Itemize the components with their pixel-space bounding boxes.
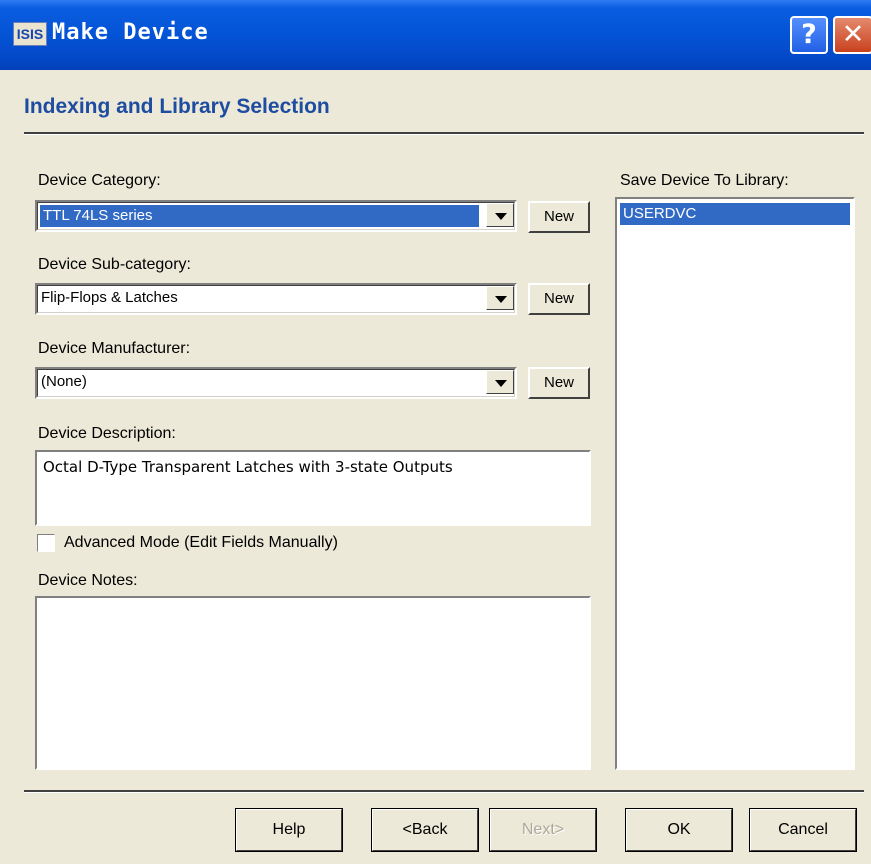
description-value: Octal D-Type Transparent Latches with 3-… — [43, 458, 453, 476]
subcategory-dropdown[interactable]: Flip-Flops & Latches — [35, 283, 517, 315]
description-label: Device Description: — [38, 425, 176, 442]
advanced-mode-label[interactable]: Advanced Mode (Edit Fields Manually) — [64, 534, 338, 552]
new-subcategory-button[interactable]: New — [528, 283, 590, 315]
next-button[interactable]: Next> — [489, 808, 597, 852]
notes-field[interactable] — [35, 596, 591, 770]
close-button[interactable]: ✕ — [833, 16, 871, 54]
category-value: TTL 74LS series — [40, 205, 479, 227]
category-dropdown-arrow[interactable] — [486, 203, 514, 227]
subcategory-value: Flip-Flops & Latches — [41, 289, 178, 306]
heading-divider — [24, 132, 864, 135]
category-label: Device Category: — [38, 172, 161, 189]
chevron-down-icon — [495, 380, 507, 387]
help-title-button[interactable]: ? — [790, 16, 828, 54]
back-button[interactable]: <Back — [371, 808, 479, 852]
new-category-button[interactable]: New — [528, 201, 590, 233]
advanced-mode-checkbox[interactable] — [37, 534, 55, 552]
section-heading: Indexing and Library Selection — [24, 95, 330, 118]
bottom-divider — [24, 790, 864, 793]
library-list[interactable]: USERDVC — [615, 197, 855, 770]
manufacturer-dropdown[interactable]: (None) — [35, 367, 517, 399]
close-icon: ✕ — [841, 19, 865, 50]
help-button[interactable]: Help — [235, 808, 343, 852]
cancel-button[interactable]: Cancel — [749, 808, 857, 852]
question-icon: ? — [801, 19, 817, 50]
chevron-down-icon — [495, 213, 507, 220]
description-field[interactable]: Octal D-Type Transparent Latches with 3-… — [35, 450, 591, 526]
ok-button[interactable]: OK — [625, 808, 733, 852]
chevron-down-icon — [495, 296, 507, 303]
subcategory-label: Device Sub-category: — [38, 256, 191, 273]
notes-label: Device Notes: — [38, 572, 138, 589]
category-dropdown[interactable]: TTL 74LS series — [35, 200, 517, 232]
window-title: Make Device — [52, 20, 209, 45]
isis-app-icon: ISIS — [13, 22, 47, 46]
manufacturer-dropdown-arrow[interactable] — [486, 370, 514, 394]
new-manufacturer-button[interactable]: New — [528, 367, 590, 399]
manufacturer-value: (None) — [41, 373, 87, 390]
title-bar: ISIS Make Device ? ✕ — [0, 0, 871, 70]
subcategory-dropdown-arrow[interactable] — [486, 286, 514, 310]
library-label: Save Device To Library: — [620, 172, 789, 189]
manufacturer-label: Device Manufacturer: — [38, 340, 191, 357]
make-device-dialog: ISIS Make Device ? ✕ Indexing and Librar… — [0, 0, 871, 864]
library-list-item[interactable]: USERDVC — [620, 203, 850, 225]
